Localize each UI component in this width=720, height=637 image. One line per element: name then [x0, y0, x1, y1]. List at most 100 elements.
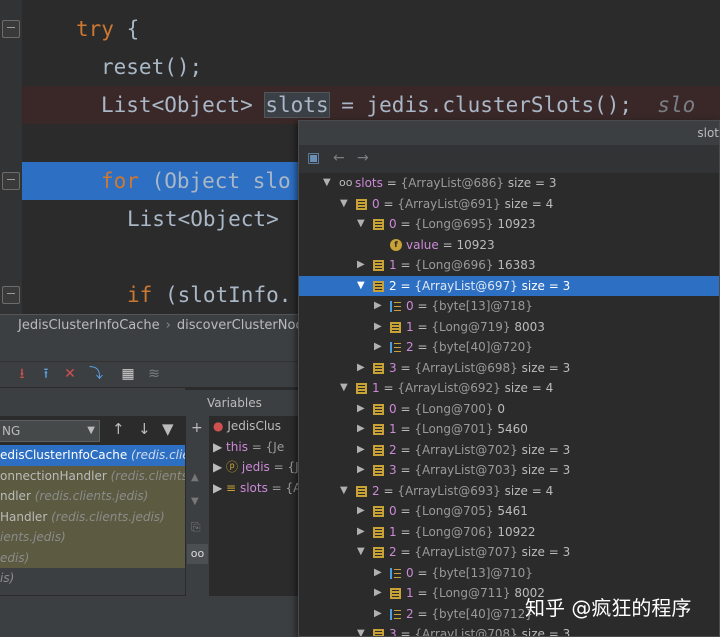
variable-item[interactable]: ▶ ≡ slots = {A	[209, 478, 300, 499]
node-name: 2	[389, 442, 397, 457]
forward-arrow-icon[interactable]: →	[357, 150, 369, 166]
tree-row[interactable]: ▶ 1 = {Long@696} 16383	[299, 255, 719, 276]
breadcrumb-item[interactable]: JedisClusterInfoCache	[18, 318, 160, 333]
popup-title: slot	[299, 121, 719, 145]
drop-frame-icon[interactable]: ✕	[62, 366, 78, 382]
tree-row[interactable]: ▶ 0 = {Long@705} 5461	[299, 501, 719, 522]
frame-item[interactable]: ndler (redis.clients.jedis)	[0, 486, 185, 507]
collapsed-arrow-icon[interactable]: ▶	[357, 358, 365, 379]
plus-icon[interactable]: +	[191, 420, 203, 436]
frame-item[interactable]: edis)	[0, 547, 185, 568]
collapsed-arrow-icon[interactable]: ▶	[374, 296, 382, 317]
run-to-cursor-icon[interactable]: ⤵	[88, 366, 104, 382]
expanded-arrow-icon[interactable]: ▼	[323, 173, 331, 194]
tree-row[interactable]: ▶ 0 = {Long@700} 0	[299, 399, 719, 420]
expanded-arrow-icon[interactable]: ▼	[340, 194, 348, 215]
collapsed-arrow-icon[interactable]: ▶	[374, 563, 382, 584]
down-icon[interactable]: ▼	[191, 496, 199, 507]
copy-icon[interactable]: ⎘	[191, 520, 201, 535]
up-icon[interactable]: ▲	[191, 472, 199, 483]
frame-item[interactable]: is)	[0, 568, 185, 589]
expanded-arrow-icon[interactable]: ▼	[357, 542, 365, 563]
node-name: 0	[406, 299, 414, 313]
variable-item[interactable]: ▶ ⓟ jedis = {J	[209, 457, 300, 478]
step-out-icon[interactable]: ⭱	[38, 366, 54, 382]
debug-toolbar: ⭳ ⭱ ✕ ⤵ ▦ ≋	[0, 362, 300, 388]
trace-icon[interactable]: ≋	[146, 366, 162, 382]
expanded-arrow-icon[interactable]: ▼	[340, 481, 348, 502]
tree-row[interactable]: ▶ 0 = {byte[13]@710}	[299, 563, 719, 584]
collapsed-arrow-icon[interactable]: ▶	[374, 337, 382, 358]
array-icon	[390, 567, 401, 579]
fold-marker-icon[interactable]	[2, 172, 20, 190]
step-into-icon[interactable]: ⭳	[14, 366, 30, 382]
collapsed-arrow-icon[interactable]: ▶	[357, 440, 365, 461]
thread-selector[interactable]: NG ▼	[0, 420, 100, 442]
arrow-down-icon[interactable]: ↓	[138, 420, 151, 438]
expanded-arrow-icon[interactable]: ▼	[357, 276, 365, 297]
collapsed-arrow-icon[interactable]: ▶	[357, 255, 365, 276]
collapsed-arrow-icon[interactable]: ▶	[374, 317, 382, 338]
tree-row[interactable]: ▶ 1 = {Long@719} 8003	[299, 317, 719, 338]
fold-marker-icon[interactable]	[2, 20, 20, 38]
breadcrumb-item[interactable]: discoverClusterNodesA	[177, 318, 300, 333]
list-icon	[373, 280, 384, 292]
collapsed-arrow-icon[interactable]: ▶	[357, 399, 365, 420]
frame-item[interactable]: onnectionHandler (redis.clients.je	[0, 465, 185, 486]
keyword: if	[127, 283, 153, 307]
tree-row[interactable]: ▼ 1 = {ArrayList@692} size = 4	[299, 378, 719, 399]
back-arrow-icon[interactable]: ←	[333, 150, 345, 166]
expanded-arrow-icon[interactable]: ▼	[340, 378, 348, 399]
tree-row[interactable]: ▼ 2 = {ArrayList@707} size = 3	[299, 542, 719, 563]
watermark: 知乎 @疯狂的程序	[525, 596, 692, 620]
chevron-down-icon: ▼	[87, 425, 95, 436]
evaluate-expression-icon[interactable]: ▦	[120, 366, 136, 382]
tree-row[interactable]: ▶ 3 = {ArrayList@698} size = 3	[299, 358, 719, 379]
node-type: {ArrayList@692}	[397, 381, 501, 395]
tree-row[interactable]: ▶ 2 = {ArrayList@702} size = 3	[299, 440, 719, 461]
tree-row-text: 2 = {byte[40]@712}	[406, 606, 533, 621]
collapsed-arrow-icon[interactable]: ▶	[357, 460, 365, 481]
tree-row[interactable]: ▶ 1 = {Long@706} 10922	[299, 522, 719, 543]
collapsed-arrow-icon[interactable]: ▶	[374, 604, 382, 625]
variable-item[interactable]: ▶ this = {Je	[209, 437, 300, 458]
variable-item[interactable]: ● JedisClus	[209, 416, 300, 437]
watch-icon: oo	[339, 176, 353, 189]
expanded-arrow-icon[interactable]: ▼	[357, 624, 365, 636]
filter-icon[interactable]: ▼	[162, 420, 174, 438]
node-name: 1	[406, 319, 414, 334]
code-text: = jedis.clusterSlots();	[328, 93, 633, 117]
tree-row[interactable]: f value = 10923	[299, 235, 719, 256]
tree-row[interactable]: ▼ 3 = {ArrayList@708} size = 3	[299, 624, 719, 636]
tree-row[interactable]: ▼ 0 = {ArrayList@691} size = 4	[299, 194, 719, 215]
variables-list: ● JedisClus ▶ this = {Je ▶ ⓟ jedis = {J …	[209, 416, 300, 596]
tree-row[interactable]: ▼ oo slots = {ArrayList@686} size = 3	[299, 173, 719, 194]
frame-item[interactable]: Handler (redis.clients.jedis)	[0, 506, 185, 527]
node-value: size = 4	[504, 196, 554, 211]
popup-bookmark-icon[interactable]: ▣	[307, 150, 320, 166]
node-type: {ArrayList@707}	[414, 545, 518, 559]
watches-toggle-icon[interactable]: oo	[187, 544, 208, 564]
tree-row[interactable]: ▼ 2 = {ArrayList@693} size = 4	[299, 481, 719, 502]
list-icon	[373, 444, 384, 456]
collapsed-arrow-icon[interactable]: ▶	[357, 501, 365, 522]
tree-row[interactable]: ▶ 2 = {byte[40]@720}	[299, 337, 719, 358]
tree-row[interactable]: ▶ 0 = {byte[13]@718}	[299, 296, 719, 317]
frame-item[interactable]: ients.jedis)	[0, 527, 185, 548]
highlighted-identifier[interactable]: slots	[264, 92, 330, 118]
fold-marker-icon[interactable]	[2, 286, 20, 304]
node-name: 2	[372, 483, 380, 498]
tree-row[interactable]: ▶ 1 = {Long@701} 5460	[299, 419, 719, 440]
variable-popup[interactable]: slot ▣ ← → ▼ oo slots = {ArrayList@686} si…	[298, 120, 720, 637]
collapsed-arrow-icon[interactable]: ▶	[357, 419, 365, 440]
code-text: List<Object>	[101, 93, 266, 117]
tree-row[interactable]: ▼ 0 = {Long@695} 10923	[299, 214, 719, 235]
tree-row[interactable]: ▶ 3 = {ArrayList@703} size = 3	[299, 460, 719, 481]
collapsed-arrow-icon[interactable]: ▶	[374, 583, 382, 604]
tree-row[interactable]: ▼ 2 = {ArrayList@697} size = 3	[299, 275, 719, 297]
expanded-arrow-icon[interactable]: ▼	[357, 214, 365, 235]
frame-item[interactable]: edisClusterInfoCache (redis.client	[0, 445, 185, 466]
list-icon	[356, 198, 367, 210]
collapsed-arrow-icon[interactable]: ▶	[357, 522, 365, 543]
arrow-up-icon[interactable]: ↑	[112, 420, 125, 438]
